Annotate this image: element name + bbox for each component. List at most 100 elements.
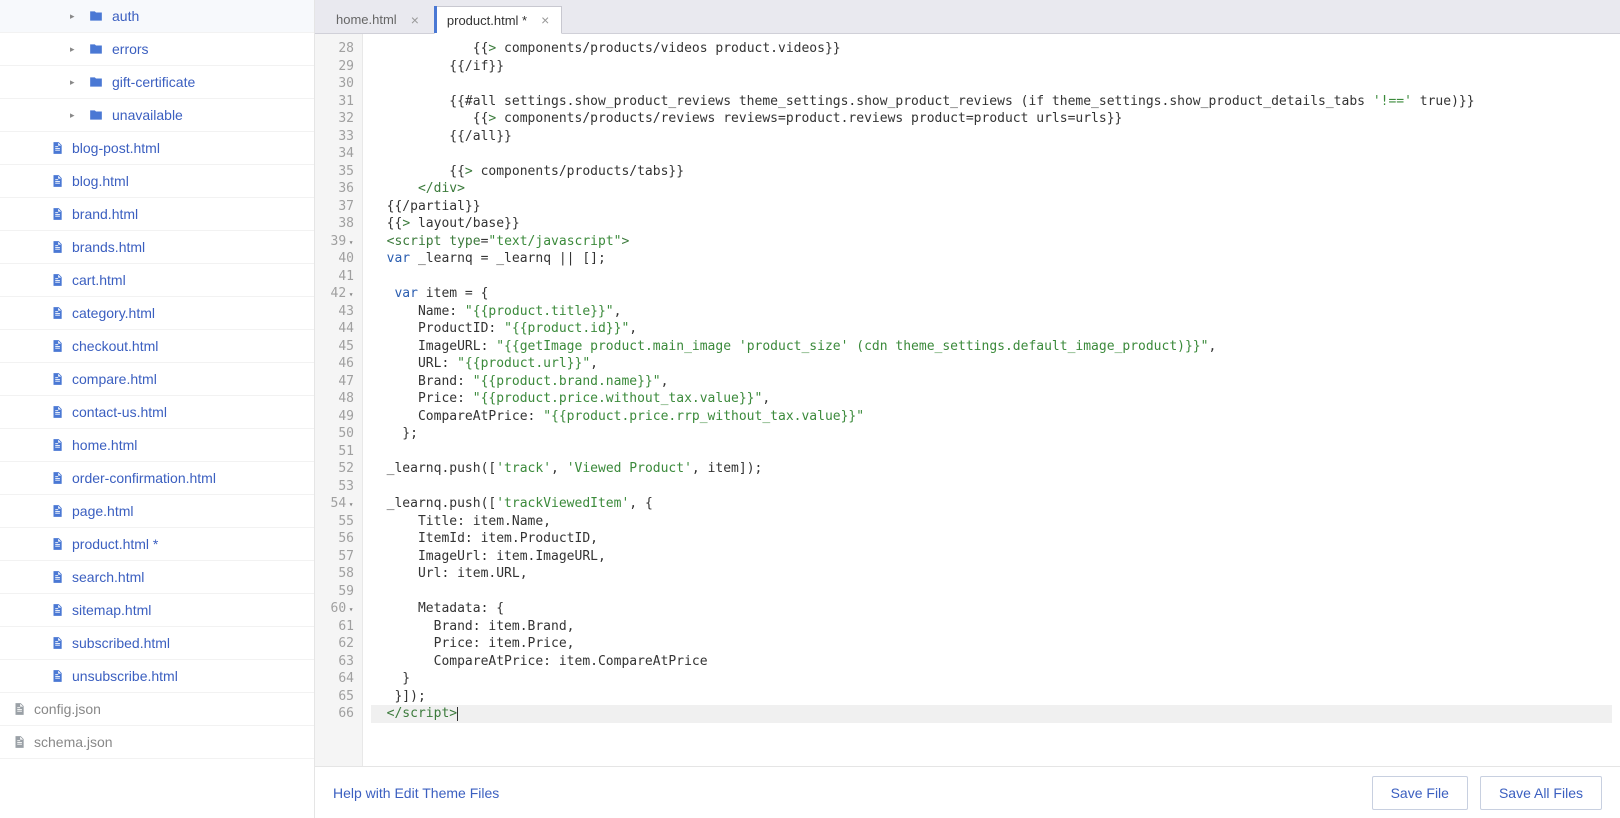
tree-item-label: unavailable <box>112 107 183 123</box>
tree-file[interactable]: order-confirmation.html <box>0 462 314 495</box>
tree-item-label: category.html <box>72 305 155 321</box>
help-link[interactable]: Help with Edit Theme Files <box>333 785 499 801</box>
tree-folder[interactable]: ▸gift-certificate <box>0 66 314 99</box>
code-line[interactable]: {{> components/products/reviews reviews=… <box>371 110 1612 128</box>
tree-file[interactable]: brands.html <box>0 231 314 264</box>
code-line[interactable]: </div> <box>371 180 1612 198</box>
file-icon <box>50 239 64 255</box>
tree-file[interactable]: page.html <box>0 495 314 528</box>
tree-folder[interactable]: ▸ unavailable <box>0 99 314 132</box>
text-cursor <box>457 707 458 721</box>
code-line[interactable] <box>371 583 1612 601</box>
code-line[interactable] <box>371 443 1612 461</box>
tree-file[interactable]: search.html <box>0 561 314 594</box>
save-all-files-button[interactable]: Save All Files <box>1480 776 1602 810</box>
tree-file[interactable]: config.json <box>0 693 314 726</box>
code-line[interactable]: {{> components/products/videos product.v… <box>371 40 1612 58</box>
code-line[interactable]: {{/partial}} <box>371 198 1612 216</box>
tree-file[interactable]: cart.html <box>0 264 314 297</box>
code-line[interactable] <box>371 145 1612 163</box>
close-icon[interactable]: × <box>411 12 419 28</box>
code-line[interactable]: var _learnq = _learnq || []; <box>371 250 1612 268</box>
code-line[interactable]: {{/all}} <box>371 128 1612 146</box>
tree-folder[interactable]: ▸ auth <box>0 0 314 33</box>
code-line[interactable]: CompareAtPrice: item.CompareAtPrice <box>371 653 1612 671</box>
tab-label: product.html * <box>447 13 527 28</box>
code-line[interactable]: Metadata: { <box>371 600 1612 618</box>
code-line[interactable]: var item = { <box>371 285 1612 303</box>
code-line[interactable]: URL: "{{product.url}}", <box>371 355 1612 373</box>
close-icon[interactable]: × <box>541 12 549 28</box>
tree-item-label: contact-us.html <box>72 404 167 420</box>
file-icon <box>50 140 64 156</box>
code-editor[interactable]: 2829303132333435363738394041424344454647… <box>315 34 1620 766</box>
code-line[interactable] <box>371 75 1612 93</box>
tree-file[interactable]: contact-us.html <box>0 396 314 429</box>
editor-main: home.html × product.html * × 28293031323334… <box>315 0 1620 818</box>
code-line[interactable]: </script> <box>371 705 1612 723</box>
tree-item-label: brands.html <box>72 239 145 255</box>
code-line[interactable]: }]); <box>371 688 1612 706</box>
tree-item-label: blog.html <box>72 173 129 189</box>
file-icon <box>50 338 64 354</box>
code-line[interactable]: {{/if}} <box>371 58 1612 76</box>
code-line[interactable]: {{#all settings.show_product_reviews the… <box>371 93 1612 111</box>
tree-item-label: cart.html <box>72 272 126 288</box>
tree-file[interactable]: schema.json <box>0 726 314 759</box>
code-line[interactable] <box>371 268 1612 286</box>
editor-tab[interactable]: home.html × <box>323 5 432 33</box>
code-line[interactable] <box>371 478 1612 496</box>
code-line[interactable]: CompareAtPrice: "{{product.price.rrp_wit… <box>371 408 1612 426</box>
code-line[interactable]: _learnq.push(['trackViewedItem', { <box>371 495 1612 513</box>
code-line[interactable]: _learnq.push(['track', 'Viewed Product',… <box>371 460 1612 478</box>
tree-file[interactable]: brand.html <box>0 198 314 231</box>
code-line[interactable]: Title: item.Name, <box>371 513 1612 531</box>
tree-item-label: auth <box>112 8 139 24</box>
code-area[interactable]: {{> components/products/videos product.v… <box>363 34 1620 766</box>
file-icon <box>50 569 64 585</box>
folder-icon <box>88 42 104 56</box>
code-line[interactable]: {{> components/products/tabs}} <box>371 163 1612 181</box>
tree-file[interactable]: blog-post.html <box>0 132 314 165</box>
line-number-gutter: 2829303132333435363738394041424344454647… <box>315 34 363 766</box>
code-line[interactable]: Price: "{{product.price.without_tax.valu… <box>371 390 1612 408</box>
tree-item-label: sitemap.html <box>72 602 151 618</box>
editor-tab[interactable]: product.html * × <box>434 6 562 34</box>
tree-item-label: home.html <box>72 437 137 453</box>
tree-file[interactable]: product.html * <box>0 528 314 561</box>
tree-item-label: subscribed.html <box>72 635 170 651</box>
file-icon <box>50 470 64 486</box>
code-line[interactable]: Brand: item.Brand, <box>371 618 1612 636</box>
tree-folder[interactable]: ▸errors <box>0 33 314 66</box>
code-line[interactable]: Price: item.Price, <box>371 635 1612 653</box>
tree-file[interactable]: blog.html <box>0 165 314 198</box>
file-icon <box>50 668 64 684</box>
chevron-right-icon: ▸ <box>70 11 82 22</box>
file-icon <box>50 404 64 420</box>
tree-file[interactable]: home.html <box>0 429 314 462</box>
file-icon <box>50 206 64 222</box>
save-file-button[interactable]: Save File <box>1372 776 1468 810</box>
tree-file[interactable]: subscribed.html <box>0 627 314 660</box>
tree-file[interactable]: checkout.html <box>0 330 314 363</box>
tree-file[interactable]: sitemap.html <box>0 594 314 627</box>
tree-item-label: page.html <box>72 503 133 519</box>
file-tree-sidebar[interactable]: ▸ auth ▸errors▸gift-certificate ▸ unavailabl… <box>0 0 315 818</box>
tree-file[interactable]: compare.html <box>0 363 314 396</box>
tree-file[interactable]: category.html <box>0 297 314 330</box>
code-line[interactable]: Name: "{{product.title}}", <box>371 303 1612 321</box>
code-line[interactable]: ProductID: "{{product.id}}", <box>371 320 1612 338</box>
tab-label: home.html <box>336 12 397 27</box>
code-line[interactable]: Url: item.URL, <box>371 565 1612 583</box>
code-line[interactable]: ImageURL: "{{getImage product.main_image… <box>371 338 1612 356</box>
code-line[interactable]: ImageUrl: item.ImageURL, <box>371 548 1612 566</box>
tree-file[interactable]: unsubscribe.html <box>0 660 314 693</box>
chevron-right-icon: ▸ <box>70 110 82 121</box>
code-line[interactable]: Brand: "{{product.brand.name}}", <box>371 373 1612 391</box>
code-line[interactable]: } <box>371 670 1612 688</box>
code-line[interactable]: {{> layout/base}} <box>371 215 1612 233</box>
code-line[interactable]: <script type="text/javascript"> <box>371 233 1612 251</box>
code-line[interactable]: }; <box>371 425 1612 443</box>
code-line[interactable]: ItemId: item.ProductID, <box>371 530 1612 548</box>
file-icon <box>12 734 26 750</box>
